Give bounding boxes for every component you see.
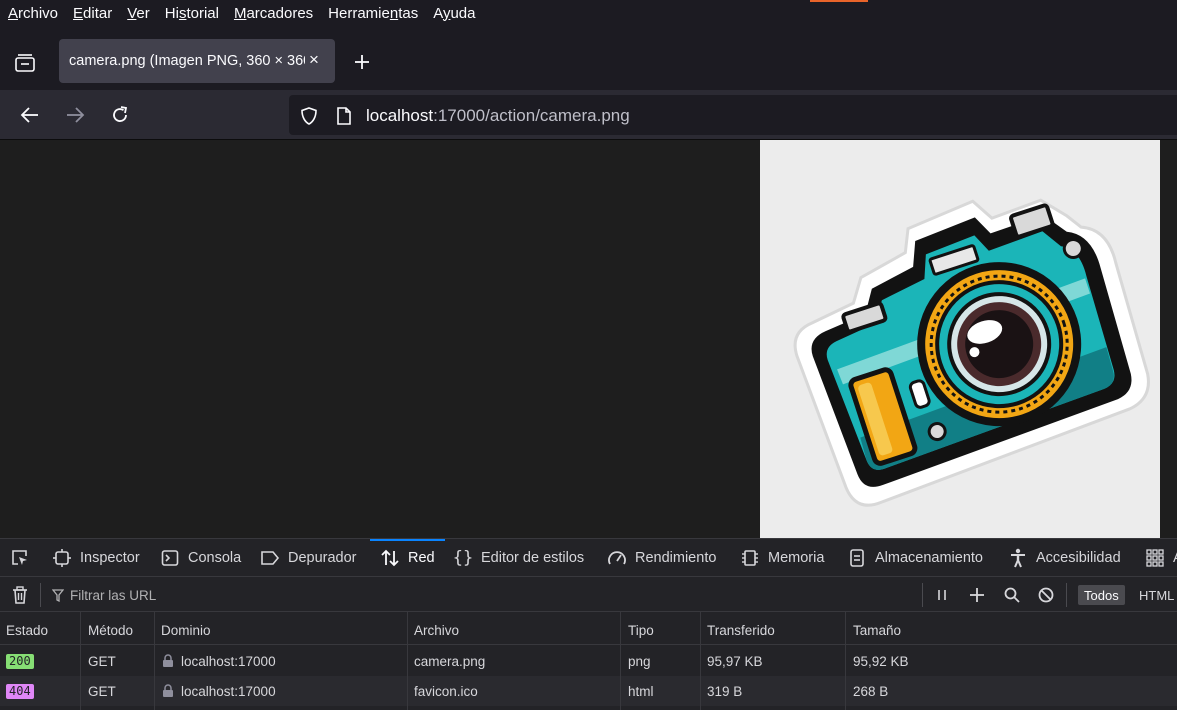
column-divider [845,612,846,710]
column-estado[interactable]: Estado [6,615,48,645]
column-transferido[interactable]: Transferido [707,615,775,645]
network-request-table: Estado Método Dominio Archivo Tipo Trans… [0,612,1177,710]
menu-archivo[interactable]: Archivo [8,5,58,22]
tab-accesibilidad[interactable]: Accesibilidad [1008,539,1121,577]
column-metodo[interactable]: Método [88,615,133,645]
trash-icon[interactable] [10,585,30,605]
menu-bar: Archivo Editar Ver Historial Marcadores … [0,0,1177,26]
menu-ver[interactable]: Ver [127,5,150,22]
filter-icon [52,588,64,602]
row-transferred: 95,97 KB [707,653,763,669]
tab-title: camera.png (Imagen PNG, 360 × 360 píxele… [69,53,305,69]
menu-ayuda[interactable]: Ayuda [433,5,475,22]
tab-inspector[interactable]: Inspector [52,539,140,577]
network-toolbar: Filtrar las URL Todos HTML [0,576,1177,612]
column-archivo[interactable]: Archivo [414,615,459,645]
pause-icon[interactable] [932,585,952,605]
table-header: Estado Método Dominio Archivo Tipo Trans… [0,615,1177,645]
column-divider [80,612,81,710]
debugger-icon [260,548,280,568]
row-domain: localhost:17000 [181,653,276,669]
tab-consola[interactable]: Consola [160,539,241,577]
devtools-tabbar: Inspector Consola Depurador Red {} Edito… [0,538,1177,576]
filter-html-button[interactable]: HTML [1139,585,1174,605]
url-filter-input[interactable]: Filtrar las URL [52,577,156,613]
column-divider [154,612,155,710]
column-tamano[interactable]: Tamaño [853,615,901,645]
storage-icon [847,548,867,568]
style-editor-icon: {} [452,548,474,568]
column-divider [407,612,408,710]
console-icon [160,548,180,568]
toolbar-divider [1066,583,1067,607]
block-icon[interactable] [1036,585,1056,605]
row-type: html [628,683,654,699]
camera-image [760,140,1160,538]
menu-editar[interactable]: Editar [73,5,112,22]
row-size: 95,92 KB [853,653,909,669]
firefox-view-icon[interactable] [12,50,38,76]
menu-historial[interactable]: Historial [165,5,219,22]
status-badge: 404 [6,683,34,699]
new-tab-icon[interactable] [350,50,374,74]
lock-icon [161,653,175,669]
window-accent-strip [810,0,868,2]
inspector-icon [52,548,72,568]
row-size: 268 B [853,683,889,699]
column-dominio[interactable]: Dominio [161,615,211,645]
tab-more[interactable]: A [1145,539,1177,577]
row-transferred: 319 B [707,683,743,699]
search-icon[interactable] [1002,585,1022,605]
url-text: localhost:17000/action/camera.png [366,106,630,125]
tab-rendimiento[interactable]: Rendimiento [607,539,716,577]
page-icon[interactable] [334,106,354,126]
column-divider [700,612,701,710]
toolbar-divider [40,583,41,607]
page-content [0,140,1177,538]
grid-icon [1145,548,1165,568]
tab-almacenamiento[interactable]: Almacenamiento [847,539,983,577]
url-bar[interactable]: localhost:17000/action/camera.png [289,95,1177,135]
tab-camera-png[interactable]: camera.png (Imagen PNG, 360 × 360 píxele… [59,39,335,83]
menu-marcadores[interactable]: Marcadores [234,5,313,22]
row-file: camera.png [414,653,486,669]
table-row[interactable]: 404 GET localhost:17000 favicon.ico html… [0,676,1177,706]
tab-memoria[interactable]: Memoria [740,539,824,577]
row-type: png [628,653,651,669]
menu-herramientas[interactable]: Herramientas [328,5,418,22]
tab-bar: camera.png (Imagen PNG, 360 × 360 píxele… [0,26,1177,90]
memory-icon [740,548,760,568]
status-badge: 200 [6,653,34,669]
performance-icon [607,548,627,568]
column-tipo[interactable]: Tipo [628,615,654,645]
lock-icon [161,683,175,699]
tab-depurador[interactable]: Depurador [260,539,357,577]
element-picker-icon[interactable] [10,539,38,577]
row-method: GET [88,653,116,669]
tab-red[interactable]: Red [370,539,445,577]
tab-editor-estilos[interactable]: {} Editor de estilos [453,539,584,577]
accessibility-icon [1008,548,1028,568]
network-icon [380,548,400,568]
forward-arrow-icon[interactable] [63,103,87,127]
back-arrow-icon[interactable] [18,103,42,127]
column-divider [620,612,621,710]
close-tab-icon[interactable]: × [305,50,323,69]
reload-icon[interactable] [108,103,132,127]
shield-icon[interactable] [299,106,319,126]
row-file: favicon.ico [414,683,478,699]
navigation-toolbar: localhost:17000/action/camera.png [0,90,1177,140]
toolbar-divider [922,583,923,607]
filter-todos-button[interactable]: Todos [1078,585,1125,605]
table-row[interactable]: 200 GET localhost:17000 camera.png png 9… [0,646,1177,676]
row-method: GET [88,683,116,699]
plus-icon[interactable] [967,585,987,605]
row-domain: localhost:17000 [181,683,276,699]
